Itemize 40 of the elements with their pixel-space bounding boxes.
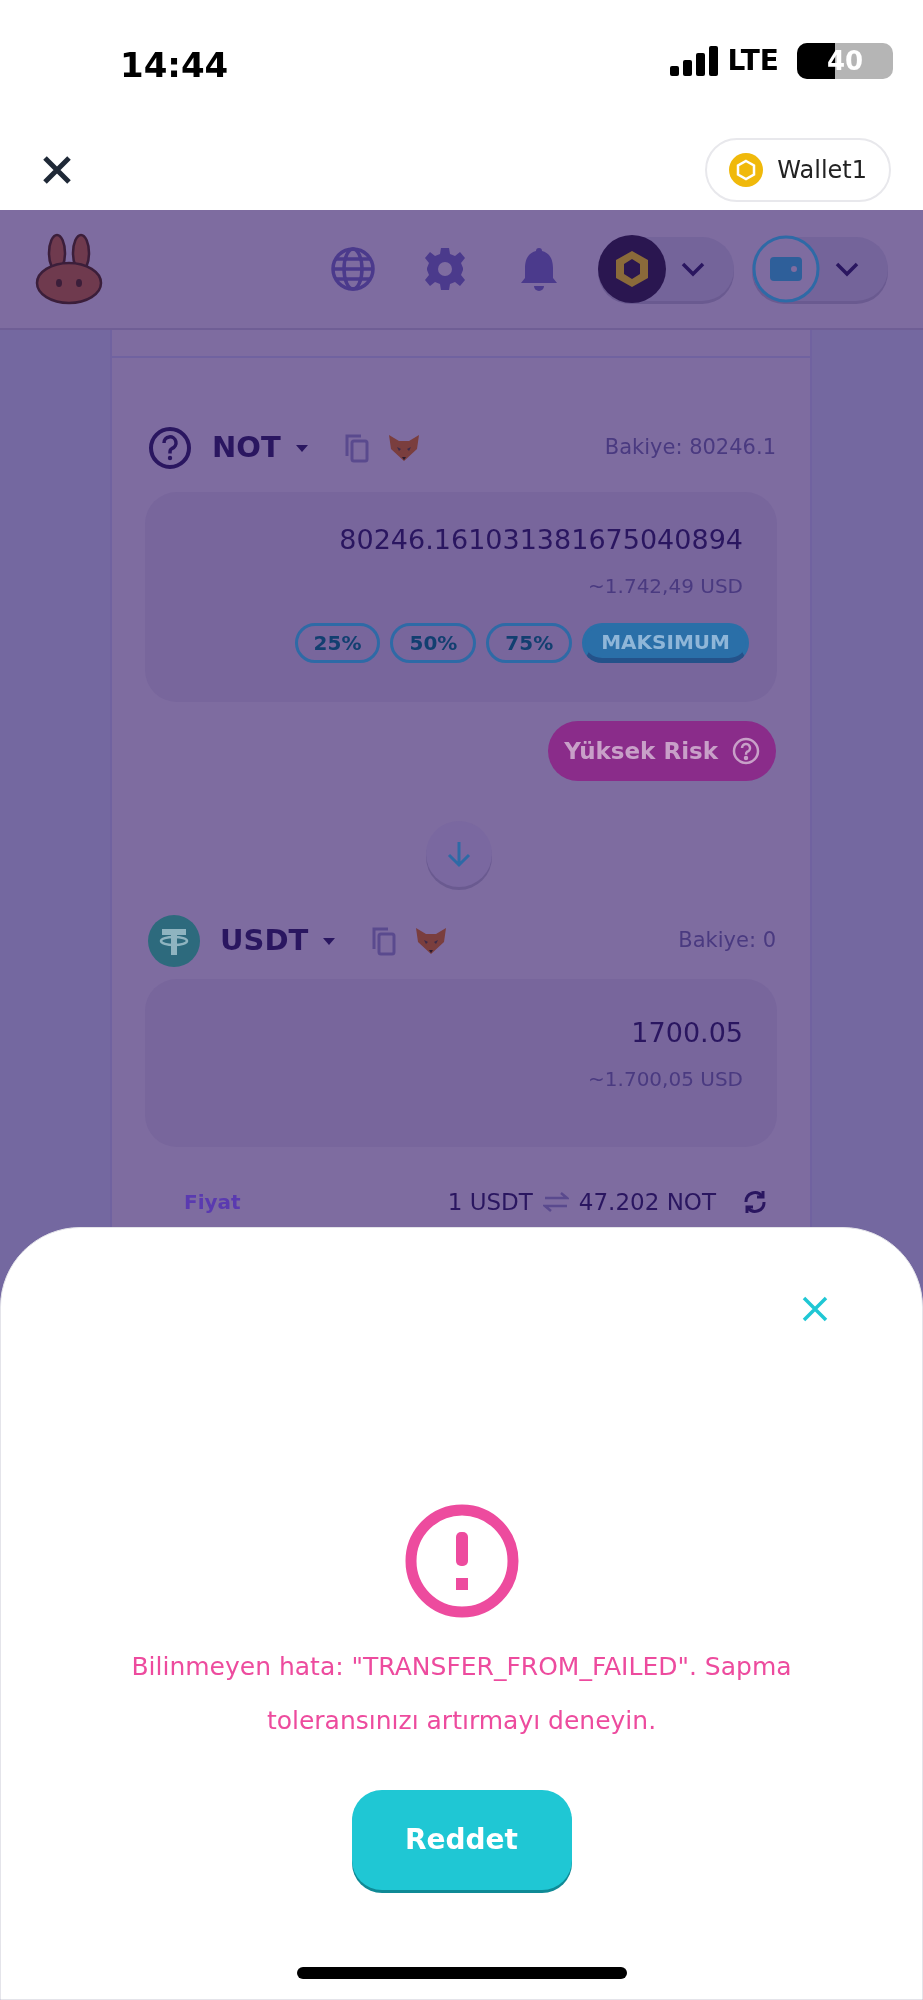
wallet-button[interactable]: Wallet1 [705, 138, 891, 202]
error-message: Bilinmeyen hata: "TRANSFER_FROM_FAILED". Sapma toleransınızı artırmayı deneyin. [130, 1651, 793, 1737]
amount-input[interactable]: 80246.161031381675040894 [339, 520, 743, 561]
reject-button[interactable]: Reddet [351, 1790, 572, 1890]
price-base: 1 USDT [447, 1188, 533, 1217]
copy-icon[interactable] [370, 925, 399, 957]
caret-icon [294, 443, 309, 453]
settings-icon[interactable] [422, 246, 468, 292]
swap-arrows-icon [542, 1191, 569, 1214]
coin-icon [729, 153, 764, 187]
percent-button[interactable]: 50% [390, 622, 477, 663]
tether-icon [148, 915, 200, 967]
bunny-logo-icon [35, 233, 103, 305]
risk-badge[interactable]: Yüksek Risk [548, 721, 776, 781]
token-selector[interactable]: USDT [220, 919, 337, 963]
wallet-icon [752, 235, 820, 303]
refresh-icon[interactable] [742, 1189, 768, 1216]
close-icon[interactable] [42, 155, 72, 185]
network-selector[interactable] [598, 237, 734, 301]
chain-logo-icon [598, 235, 666, 303]
wallet-menu-button[interactable] [752, 237, 888, 301]
fox-icon [414, 926, 449, 956]
chevron-icon [680, 261, 706, 277]
caret-icon [322, 936, 337, 946]
fox-icon [386, 433, 421, 463]
help-icon [732, 737, 760, 765]
globe-icon[interactable] [330, 246, 376, 292]
amount-input[interactable]: 1700.05 [631, 1013, 743, 1054]
token-selector[interactable]: NOT [212, 426, 309, 470]
percent-button[interactable]: 75% [486, 622, 573, 663]
warning-icon [404, 1504, 519, 1618]
status-time: 14:44 [120, 44, 229, 87]
question-icon [148, 426, 192, 470]
price-rate: 47.202 NOT [578, 1188, 716, 1217]
percent-button[interactable]: 25% [294, 622, 381, 663]
signal-icon [669, 46, 718, 76]
network-label: LTE [727, 43, 779, 79]
percent-button[interactable]: MAKSIMUM [582, 622, 749, 663]
bell-icon[interactable] [520, 246, 558, 292]
chevron-icon [834, 261, 860, 277]
